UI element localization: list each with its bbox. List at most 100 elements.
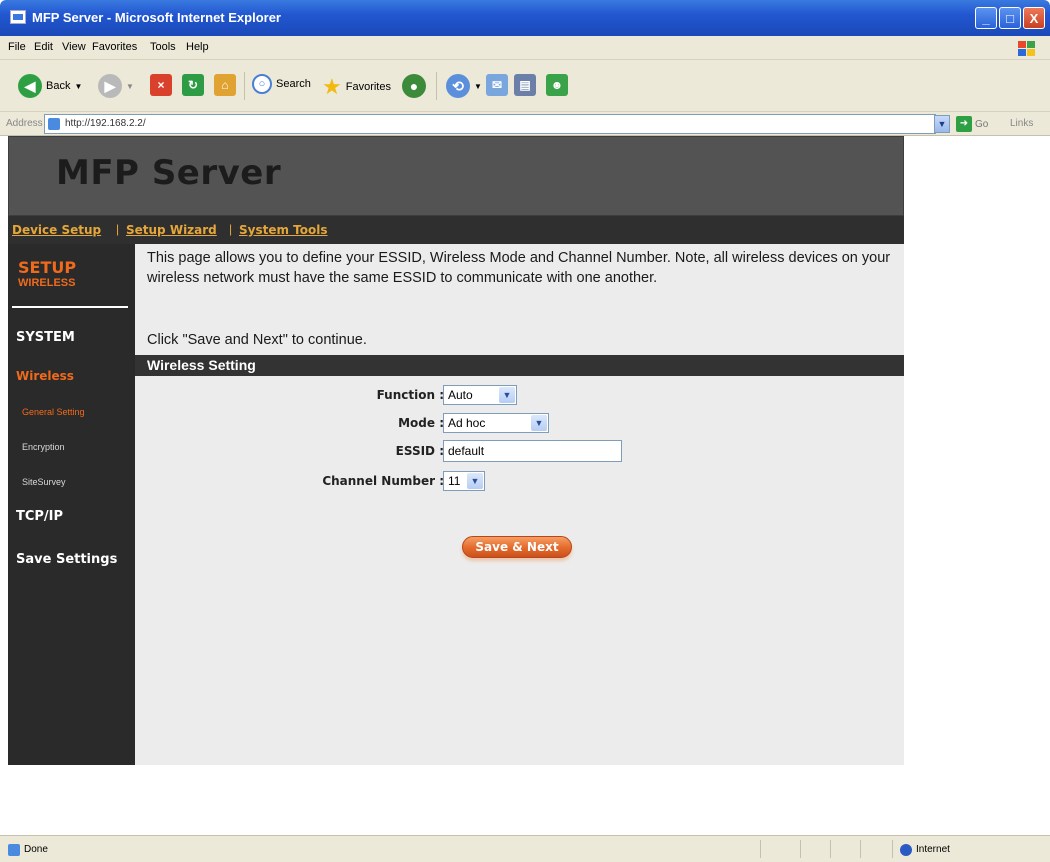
sidebar-section-title: SETUP [18,258,77,277]
forward-button[interactable]: ▶ ▼ [98,74,134,98]
sidebar-item-save-settings[interactable]: Save Settings [16,552,117,567]
history-button[interactable]: ⟲ ▼ [446,74,482,98]
address-label: Address [6,118,43,129]
mode-select[interactable]: Ad hoc ▼ [443,413,549,433]
media-icon: ● [402,74,426,98]
back-button[interactable]: ◀ Back ▼ [18,74,82,98]
mode-label: Mode : [398,416,444,430]
header-banner: MFP Server [8,136,904,216]
page-icon [48,118,60,130]
menu-view[interactable]: View [62,41,86,53]
function-label: Function : [376,388,444,402]
chevron-down-icon: ▼ [126,81,134,91]
stop-button[interactable]: × [150,74,172,96]
back-label: Back [46,80,71,92]
sidebar-item-encryption[interactable]: Encryption [22,442,65,452]
section-header: Wireless Setting [135,355,904,376]
channel-number-select[interactable]: 11 ▼ [443,471,485,491]
chevron-down-icon: ▼ [531,415,547,431]
chevron-down-icon: ▼ [474,81,482,91]
nav-separator: | [116,222,120,236]
print-icon: ▤ [514,74,536,96]
status-divider [892,840,893,858]
favorites-button[interactable]: ★ Favorites [322,74,391,100]
close-button[interactable]: X [1023,7,1045,29]
search-button[interactable]: ○ Search [252,74,311,94]
chevron-down-icon: ▼ [467,473,483,489]
top-nav: Device Setup | Setup Wizard | System Too… [8,216,904,244]
maximize-button[interactable]: □ [999,7,1021,29]
ie-app-icon [10,10,26,24]
chevron-down-icon: ▼ [74,81,83,91]
sidebar-item-sitesurvey[interactable]: SiteSurvey [22,477,66,487]
forward-arrow-icon: ▶ [98,74,122,98]
chevron-down-icon: ▼ [499,387,515,403]
menu-favorites[interactable]: Favorites [92,41,137,53]
function-value: Auto [448,388,473,402]
media-button[interactable]: ● [402,74,426,98]
refresh-icon: ↻ [182,74,204,96]
window-title: MFP Server - Microsoft Internet Explorer [32,10,281,25]
menu-file[interactable]: File [8,41,26,53]
mail-button[interactable]: ✉ [486,74,508,96]
mode-value: Ad hoc [448,416,486,430]
go-button[interactable]: ➜ Go [956,116,988,132]
stop-icon: × [150,74,172,96]
sidebar-divider [12,306,128,308]
save-next-button[interactable]: Save & Next [462,536,572,558]
internet-zone-icon [900,844,912,856]
menu-edit[interactable]: Edit [34,41,53,53]
print-button[interactable]: ▤ [514,74,536,96]
menu-tools[interactable]: Tools [150,41,176,53]
brand-title: MFP Server [56,153,282,193]
sidebar-section-subtitle: WIRELESS [18,277,76,289]
sidebar-item-system[interactable]: SYSTEM [16,330,75,345]
status-bar: Done Internet [0,835,1050,862]
sidebar: SETUP WIRELESS SYSTEM Wireless General S… [8,244,135,765]
page-done-icon [8,844,20,856]
refresh-button[interactable]: ↻ [182,74,204,96]
sidebar-item-wireless[interactable]: Wireless [16,369,74,383]
channel-number-label: Channel Number : [322,474,444,488]
hint-text: Click "Save and Next" to continue. [147,332,367,348]
status-divider [800,840,801,858]
nav-system-tools[interactable]: System Tools [239,223,328,237]
address-input[interactable]: http://192.168.2.2/ [44,114,936,134]
go-label: Go [975,118,989,130]
security-zone-label: Internet [916,844,950,855]
channel-number-value: 11 [448,474,461,488]
mail-icon: ✉ [486,74,508,96]
history-icon: ⟲ [446,74,470,98]
favorites-label: Favorites [345,81,391,93]
menu-bar: File Edit View Favorites Tools Help [0,36,1050,60]
links-button[interactable]: Links [1010,118,1033,129]
status-text: Done [24,844,48,855]
address-bar: Address http://192.168.2.2/ ▼ ➜ Go Links [0,112,1050,136]
title-bar: MFP Server - Microsoft Internet Explorer… [0,0,1050,36]
home-button[interactable]: ⌂ [214,74,236,96]
sidebar-item-general-setting[interactable]: General Setting [22,407,85,417]
search-label: Search [276,78,311,90]
toolbar-separator [244,72,245,100]
menu-help[interactable]: Help [186,41,209,53]
essid-input[interactable]: default [443,440,622,462]
minimize-button[interactable]: _ [975,7,997,29]
main-content: This page allows you to define your ESSI… [135,244,904,765]
home-icon: ⌂ [214,74,236,96]
messenger-button[interactable]: ☻ [546,74,568,96]
search-icon: ○ [252,74,272,94]
status-divider [830,840,831,858]
windows-logo-icon [1018,41,1035,56]
go-arrow-icon: ➜ [956,116,972,132]
nav-device-setup[interactable]: Device Setup [12,223,101,237]
address-dropdown-button[interactable]: ▼ [934,115,950,133]
section-title: Wireless Setting [147,357,256,373]
messenger-icon: ☻ [546,74,568,96]
status-divider [860,840,861,858]
standard-toolbar: ◀ Back ▼ ▶ ▼ × ↻ ⌂ ○ Search ★ Favorites … [0,60,1050,112]
sidebar-item-tcpip[interactable]: TCP/IP [16,509,63,524]
back-arrow-icon: ◀ [18,74,42,98]
nav-setup-wizard[interactable]: Setup Wizard [126,223,217,237]
function-select[interactable]: Auto ▼ [443,385,517,405]
favorites-star-icon: ★ [322,74,342,99]
